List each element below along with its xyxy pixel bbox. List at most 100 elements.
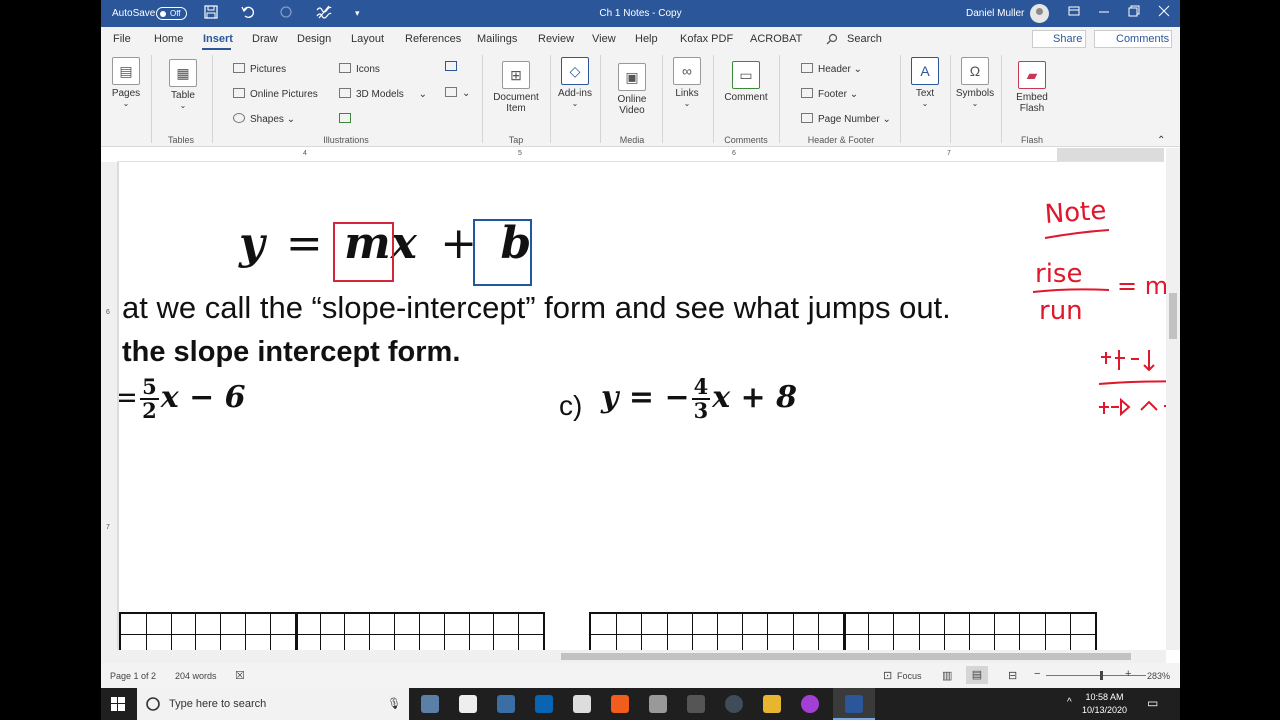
grid-line — [868, 614, 870, 650]
footer-button[interactable]: Footer ⌄ — [801, 88, 858, 100]
tab-acrobat[interactable]: ACROBAT — [750, 33, 802, 45]
grid-line — [518, 614, 520, 650]
smartart-button[interactable] — [339, 113, 356, 125]
table-button[interactable]: ▦ Table ⌄ — [165, 59, 201, 110]
tab-help[interactable]: Help — [635, 33, 658, 45]
grid-line — [792, 614, 794, 650]
3d-models-button[interactable]: 3D Models ⌄ — [339, 88, 427, 100]
tab-review[interactable]: Review — [538, 33, 574, 45]
file-explorer-icon[interactable] — [763, 695, 781, 713]
word-count[interactable]: 204 words — [175, 671, 217, 681]
pages-button[interactable]: ▤ Pages ⌄ — [109, 57, 143, 108]
chart-button[interactable] — [445, 61, 462, 73]
page-number-button[interactable]: Page Number ⌄ — [801, 113, 891, 125]
close-icon[interactable] — [1158, 5, 1170, 20]
collapse-ribbon-icon[interactable]: ⌃ — [1157, 135, 1165, 146]
eq-symbol: x + 8 — [712, 380, 798, 415]
online-pictures-button[interactable]: Online Pictures — [233, 88, 318, 100]
focus-button[interactable]: Focus — [897, 671, 922, 681]
tab-draw[interactable]: Draw — [252, 33, 278, 45]
icons-button[interactable]: Icons — [339, 63, 380, 75]
shapes-button[interactable]: Shapes ⌄ — [233, 113, 295, 125]
page-count[interactable]: Page 1 of 2 — [110, 671, 156, 681]
tab-file[interactable]: File — [113, 33, 131, 45]
outlook-icon[interactable] — [535, 695, 553, 713]
document-page[interactable]: y = mx + b at we call the “slope-interce… — [117, 162, 1166, 650]
chevron-down-icon: ⌄ — [286, 114, 296, 125]
tab-insert[interactable]: Insert — [203, 33, 233, 45]
tab-view[interactable]: View — [592, 33, 616, 45]
ribbon-display-icon[interactable] — [1068, 5, 1080, 20]
tab-home[interactable]: Home — [154, 33, 183, 45]
pictures-button[interactable]: Pictures — [233, 63, 286, 75]
shapes-icon — [233, 113, 245, 123]
read-mode-icon[interactable]: ▥ — [942, 669, 952, 682]
avatar[interactable] — [1030, 4, 1049, 23]
document-item-button[interactable]: ⊞ Document Item — [491, 61, 541, 114]
search-icon — [145, 696, 161, 715]
clock-time: 10:58 AM — [1085, 692, 1124, 702]
camera-icon[interactable] — [459, 695, 477, 713]
chevron-up-icon[interactable]: ^ — [1067, 697, 1072, 708]
brave-icon[interactable] — [611, 695, 629, 713]
restore-icon[interactable] — [1128, 5, 1140, 20]
add-ins-button[interactable]: ◇ Add-ins ⌄ — [557, 57, 593, 108]
user-name[interactable]: Daniel Muller — [966, 8, 1024, 19]
header-button[interactable]: Header ⌄ — [801, 63, 862, 75]
horizontal-scrollbar[interactable] — [101, 650, 1166, 663]
chevron-down-icon: ⌄ — [571, 99, 579, 108]
scroll-thumb[interactable] — [1169, 293, 1177, 339]
calculator-icon[interactable] — [687, 695, 705, 713]
windows-start-icon[interactable] — [111, 697, 125, 714]
cube-icon — [339, 88, 351, 98]
comment-button[interactable]: ▭ Comment — [721, 61, 771, 103]
taskbar-search[interactable]: Type here to search 🎙 — [137, 688, 409, 720]
icons-icon — [339, 63, 351, 73]
microphone-icon[interactable]: 🎙 — [387, 697, 401, 710]
online-video-button[interactable]: ▣ Online Video — [611, 63, 653, 116]
embed-flash-button[interactable]: ▰ Embed Flash — [1009, 61, 1055, 114]
screenshot-button[interactable]: ⌄ — [445, 87, 470, 99]
tab-design[interactable]: Design — [297, 33, 331, 45]
tab-layout[interactable]: Layout — [351, 33, 384, 45]
search-box[interactable]: Search — [847, 33, 882, 45]
task-view-icon[interactable] — [421, 695, 439, 713]
app-icon[interactable] — [497, 695, 515, 713]
share-button[interactable]: Share — [1032, 30, 1086, 48]
search-icon[interactable] — [826, 33, 838, 48]
clock[interactable]: 10:58 AM 10/13/2020 — [1082, 691, 1127, 717]
vertical-scrollbar[interactable] — [1166, 148, 1180, 650]
flash-icon: ▰ — [1018, 61, 1046, 89]
zoom-out-icon[interactable]: − — [1034, 668, 1040, 680]
comments-button[interactable]: Comments — [1094, 30, 1172, 48]
grid-line — [591, 634, 1095, 635]
graph-grid-left — [119, 612, 545, 650]
web-layout-icon[interactable]: ⊟ — [1008, 669, 1017, 682]
proofing-icon[interactable]: ☒ — [235, 669, 245, 682]
zoom-in-icon[interactable]: + — [1125, 668, 1131, 680]
scroll-thumb[interactable] — [561, 653, 1131, 660]
links-button[interactable]: ∞ Links ⌄ — [669, 57, 705, 108]
word-taskbar-button[interactable] — [833, 688, 875, 720]
active-tab-indicator — [202, 48, 231, 50]
print-layout-icon[interactable]: ▤ — [966, 666, 988, 684]
focus-icon[interactable]: ⊡ — [883, 669, 892, 682]
tab-kofax-pdf[interactable]: Kofax PDF — [680, 33, 733, 45]
minimize-icon[interactable] — [1098, 5, 1110, 20]
grid-line — [220, 614, 222, 650]
eq-symbol: = — [285, 218, 323, 269]
zoom-level[interactable]: 283% — [1147, 671, 1170, 681]
app-icon[interactable] — [801, 695, 819, 713]
text-button[interactable]: A Text ⌄ — [907, 57, 943, 108]
separator — [550, 55, 551, 143]
pictures-label: Pictures — [250, 64, 287, 75]
tab-references[interactable]: References — [405, 33, 461, 45]
app-icon[interactable] — [649, 695, 667, 713]
zoom-slider-thumb[interactable] — [1100, 671, 1103, 680]
app-icon[interactable] — [573, 695, 591, 713]
page-number-icon — [801, 113, 813, 123]
tab-mailings[interactable]: Mailings — [477, 33, 517, 45]
notifications-icon[interactable]: ▭ — [1147, 696, 1158, 710]
symbols-button[interactable]: Ω Symbols ⌄ — [955, 57, 995, 108]
app-icon[interactable] — [725, 695, 743, 713]
